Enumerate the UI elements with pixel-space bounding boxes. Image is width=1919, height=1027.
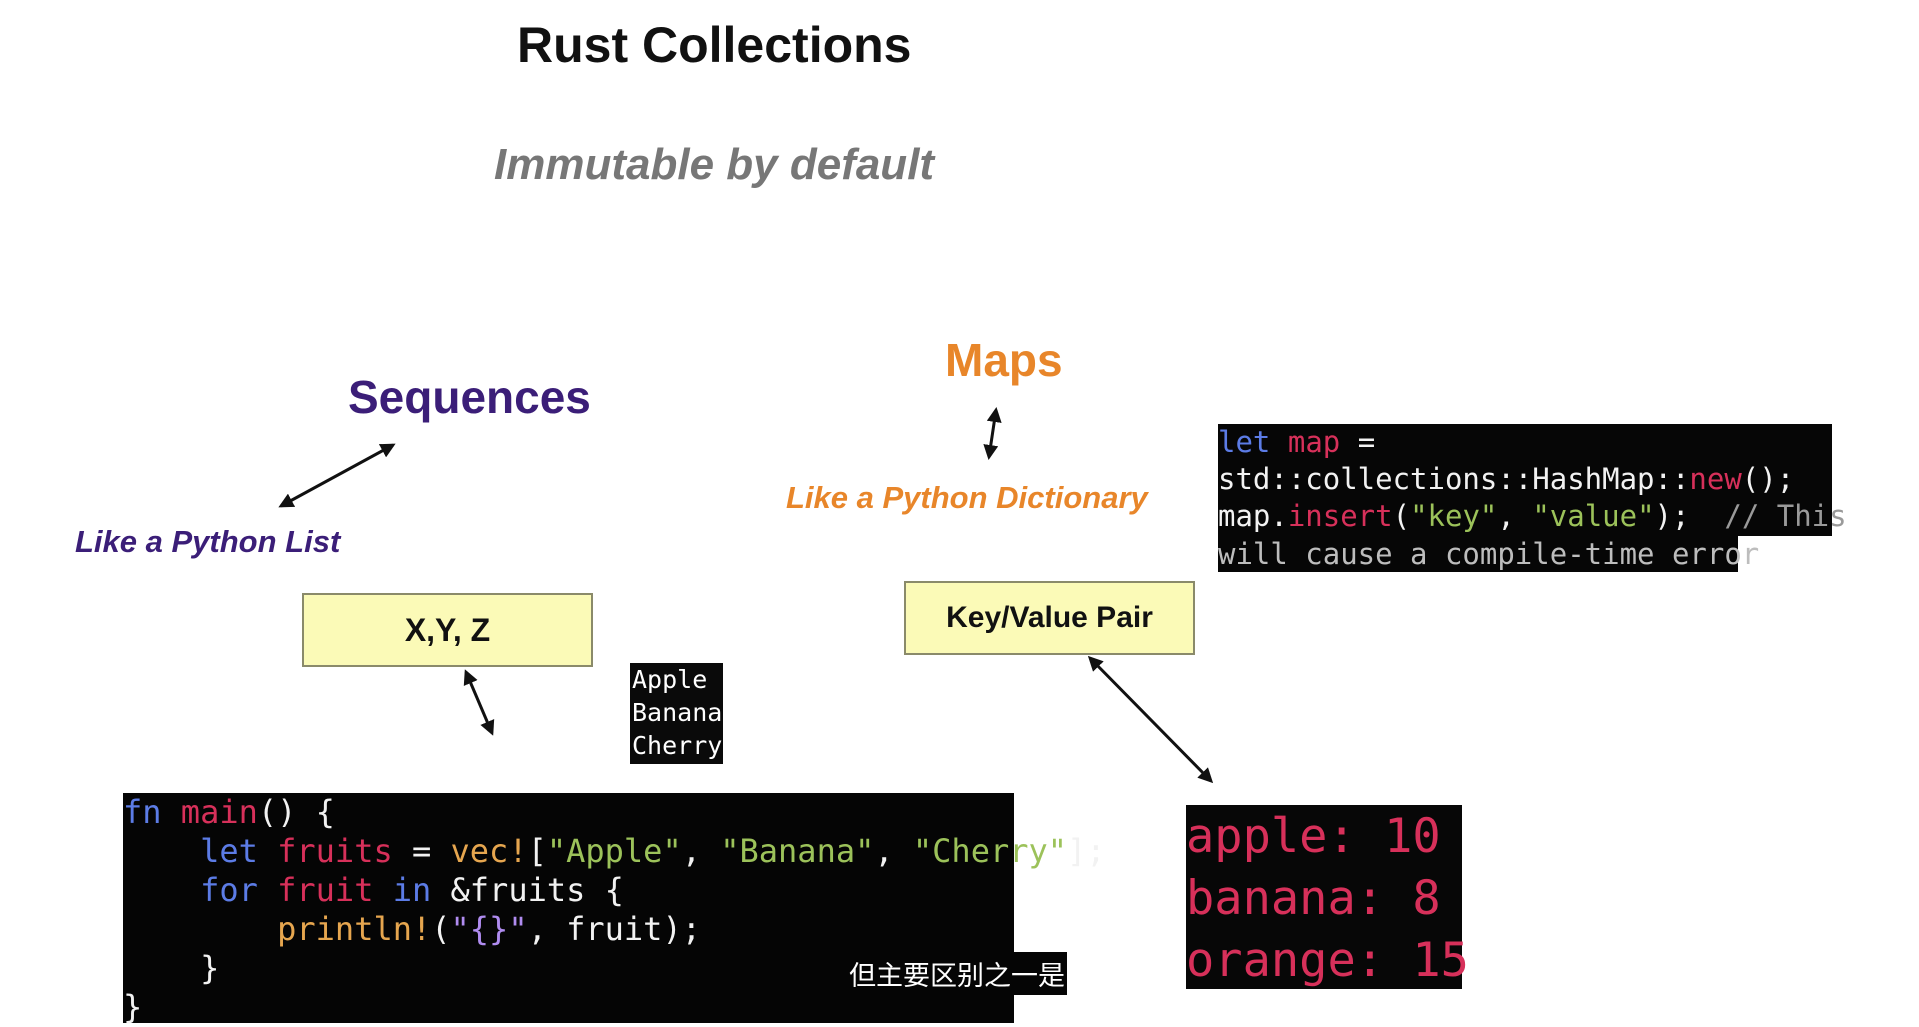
- arrow-sequences-to-list: [278, 443, 396, 508]
- arrow-pair-to-output: [1087, 655, 1214, 784]
- video-subtitle-caption: 但主要区别之一是: [847, 952, 1067, 995]
- arrow-maps-to-dictionary: [983, 407, 1002, 460]
- arrow-box-to-code: [463, 669, 495, 736]
- connector-arrows: [278, 407, 1214, 784]
